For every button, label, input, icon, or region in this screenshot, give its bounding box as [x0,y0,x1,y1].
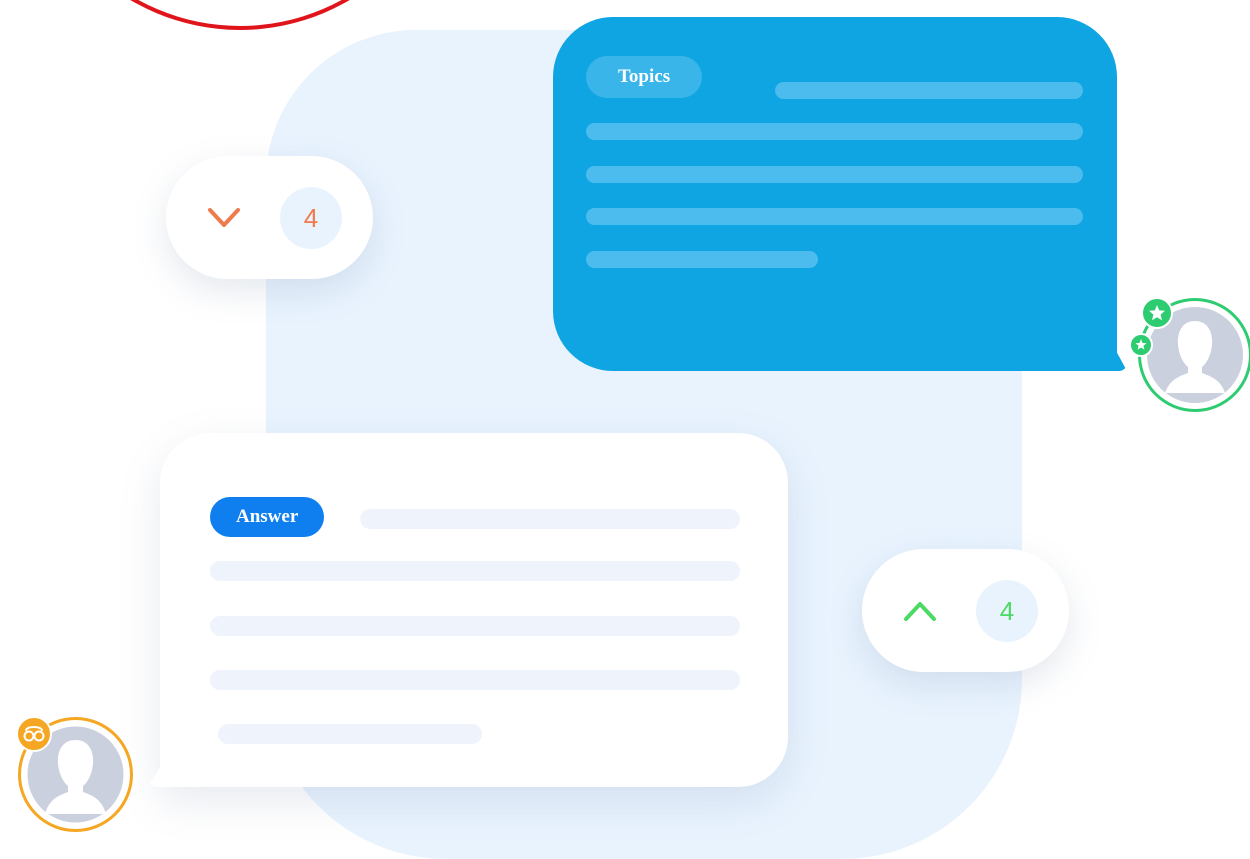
chevron-down-icon[interactable] [204,198,244,238]
text-placeholder-line [210,561,740,581]
downvote-count: 4 [280,187,342,249]
topics-tag[interactable]: Topics [586,56,703,98]
answer-card: Answer [160,433,788,787]
text-placeholder-line [586,251,818,268]
text-placeholder-line [586,123,1083,140]
star-icon [1129,333,1153,357]
downvote-widget: 4 [166,156,373,279]
text-placeholder-line [210,616,740,636]
text-placeholder-line [210,670,740,690]
answer-tag[interactable]: Answer [210,497,325,537]
text-placeholder-line [775,82,1083,99]
decorative-arc [20,0,460,30]
text-placeholder-line [218,724,482,744]
text-placeholder-line [360,509,740,529]
text-placeholder-line [586,208,1083,225]
upvote-count: 4 [976,580,1038,642]
glasses-icon [16,716,52,752]
star-icon [1141,297,1173,329]
upvote-widget: 4 [862,549,1069,672]
topics-card: Topics [553,17,1117,371]
chevron-up-icon[interactable] [900,591,940,631]
text-placeholder-line [586,166,1083,183]
